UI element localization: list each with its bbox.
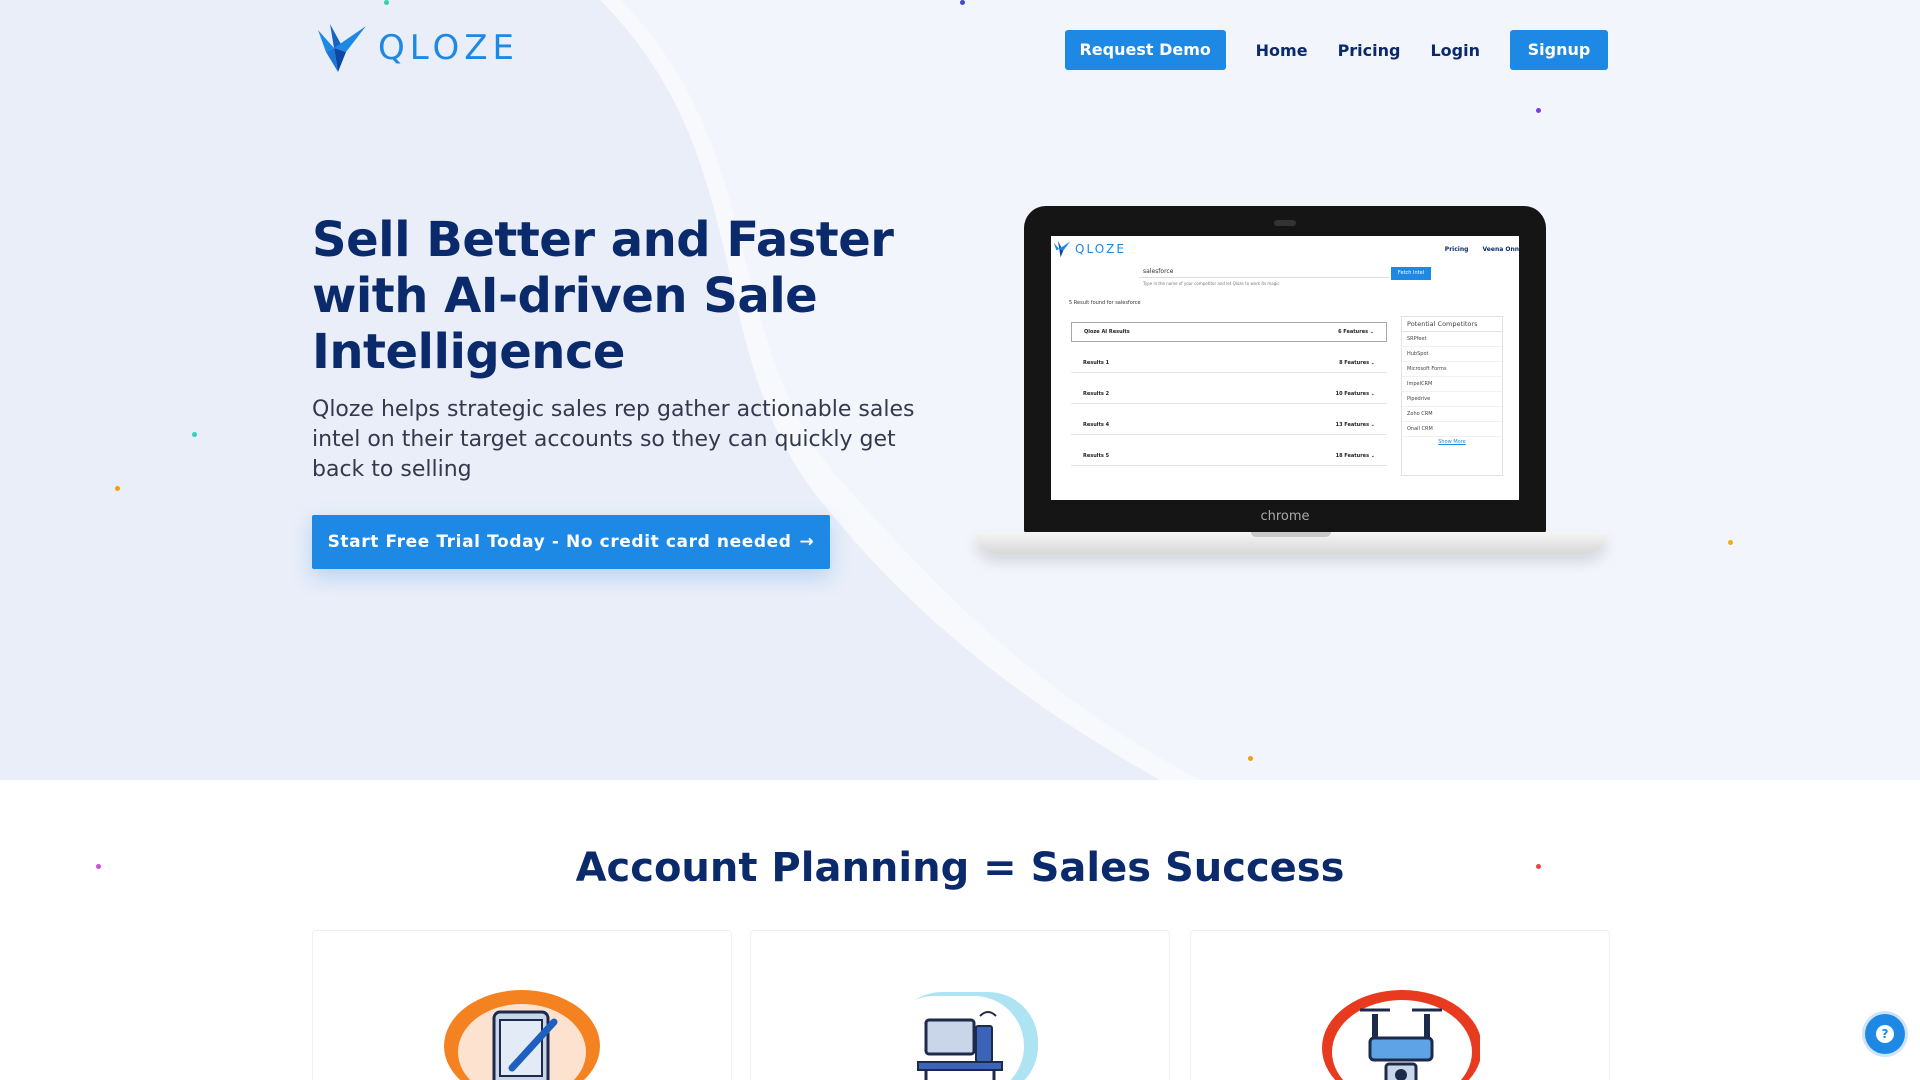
feature-card: [750, 930, 1170, 1080]
competitor-item: ImpelCRM: [1402, 377, 1502, 392]
screen-result-row: Results 1 8 Features ⌄: [1071, 353, 1387, 373]
competitors-title: Potential Competitors: [1402, 317, 1502, 332]
nav-login-link[interactable]: Login: [1430, 41, 1480, 60]
help-icon: ?: [1876, 1025, 1894, 1043]
hero-subtitle: Qloze helps strategic sales rep gather a…: [312, 397, 915, 482]
feature-card: [1190, 930, 1610, 1080]
screen-nav: Pricing Veena Onn: [1433, 246, 1519, 253]
nav-home-link[interactable]: Home: [1256, 41, 1308, 60]
decor-dot: [115, 486, 120, 491]
hero-background: [0, 0, 1920, 780]
hero-title: Sell Better and Faster with AI-driven Sa…: [312, 212, 894, 380]
screen-results-list: Qloze AI Results 6 Features ⌄ Results 1 …: [1071, 322, 1387, 477]
screen-search-input: salesforce: [1139, 268, 1389, 278]
competitor-item: Onall CRM: [1402, 422, 1502, 437]
chrome-label: chrome: [1260, 509, 1310, 524]
result-name: Results 4: [1083, 421, 1110, 428]
feature-card: [312, 930, 732, 1080]
help-button[interactable]: ?: [1865, 1014, 1905, 1054]
laptop-base: [975, 532, 1607, 554]
competitor-item: Microsoft Forms: [1402, 362, 1502, 377]
logo-bird-icon: [318, 24, 366, 72]
screen-logo-text: QLOZE: [1075, 242, 1126, 256]
result-features-text: 13 Features: [1335, 421, 1370, 428]
laptop-base-notch: [1251, 532, 1331, 537]
screen-logo: QLOZE: [1053, 240, 1126, 258]
result-features-text: 8 Features: [1339, 359, 1370, 366]
competitor-item: SRPfeet: [1402, 332, 1502, 347]
arrow-right-icon: →: [799, 532, 815, 552]
result-name: Results 2: [1083, 390, 1110, 397]
screen-result-row: Results 5 18 Features ⌄: [1071, 446, 1387, 466]
result-features-text: 10 Features: [1335, 390, 1370, 397]
result-features-text: 18 Features: [1335, 452, 1370, 459]
screen-result-row: Results 4 13 Features ⌄: [1071, 415, 1387, 435]
result-name: Results 5: [1083, 452, 1110, 459]
screen-found-text: 5 Result found for salesforce: [1069, 300, 1141, 306]
screen-nav-item: Veena Onn: [1482, 246, 1519, 253]
logo-bird-icon: [1053, 240, 1071, 258]
screen-result-row: Qloze AI Results 6 Features ⌄: [1071, 322, 1387, 342]
site-header: QLOZE Request Demo Home Pricing Login Si…: [0, 0, 1920, 100]
result-features: 6 Features ⌄: [1338, 329, 1374, 335]
camera-icon: [1274, 220, 1296, 226]
laptop-lid: QLOZE Pricing Veena Onn salesforce Type …: [1024, 206, 1546, 534]
decor-dot: [1248, 756, 1253, 761]
request-demo-button[interactable]: Request Demo: [1064, 30, 1226, 70]
laptop-mockup: QLOZE Pricing Veena Onn salesforce Type …: [975, 206, 1607, 572]
result-features: 10 Features ⌄: [1335, 390, 1375, 397]
main-nav: Request Demo Home Pricing Login Signup: [1064, 30, 1608, 70]
screen-fetch-button: Fetch Intel: [1391, 267, 1431, 280]
decor-dot: [1728, 540, 1733, 545]
cta-label: Start Free Trial Today - No credit card …: [327, 532, 792, 552]
drone-camera-icon: [1322, 990, 1480, 1080]
decor-dot: [192, 432, 197, 437]
competitor-item: HubSpot: [1402, 347, 1502, 362]
computer-desk-icon: [884, 992, 1038, 1080]
screen-search-hint: Type in the name of your competitor and …: [1143, 281, 1280, 286]
competitor-item: Zoho CRM: [1402, 407, 1502, 422]
result-features: 13 Features ⌄: [1335, 421, 1375, 428]
section-title: Account Planning = Sales Success: [575, 845, 1345, 891]
show-more-link: Show More: [1438, 439, 1466, 445]
signup-button[interactable]: Signup: [1510, 30, 1608, 70]
result-name: Qloze AI Results: [1084, 329, 1130, 335]
result-features-text: 6 Features: [1338, 329, 1369, 335]
hero-wave-shape: [0, 0, 1200, 780]
nav-pricing-link[interactable]: Pricing: [1338, 41, 1401, 60]
decor-dot: [1536, 108, 1541, 113]
result-features: 8 Features ⌄: [1339, 359, 1375, 366]
screen-nav-item: Pricing: [1444, 246, 1469, 253]
screen-result-row: Results 2 10 Features ⌄: [1071, 384, 1387, 404]
tablet-pen-icon: [444, 990, 600, 1080]
result-features: 18 Features ⌄: [1335, 452, 1375, 459]
start-free-trial-button[interactable]: Start Free Trial Today - No credit card …: [312, 515, 830, 569]
competitor-item: Pipedrive: [1402, 392, 1502, 407]
logo-text: QLOZE: [378, 28, 520, 68]
laptop-screen: QLOZE Pricing Veena Onn salesforce Type …: [1051, 236, 1519, 500]
result-name: Results 1: [1083, 359, 1110, 366]
brand-logo[interactable]: QLOZE: [316, 22, 519, 74]
screen-competitors-panel: Potential Competitors SRPfeet HubSpot Mi…: [1401, 316, 1503, 476]
